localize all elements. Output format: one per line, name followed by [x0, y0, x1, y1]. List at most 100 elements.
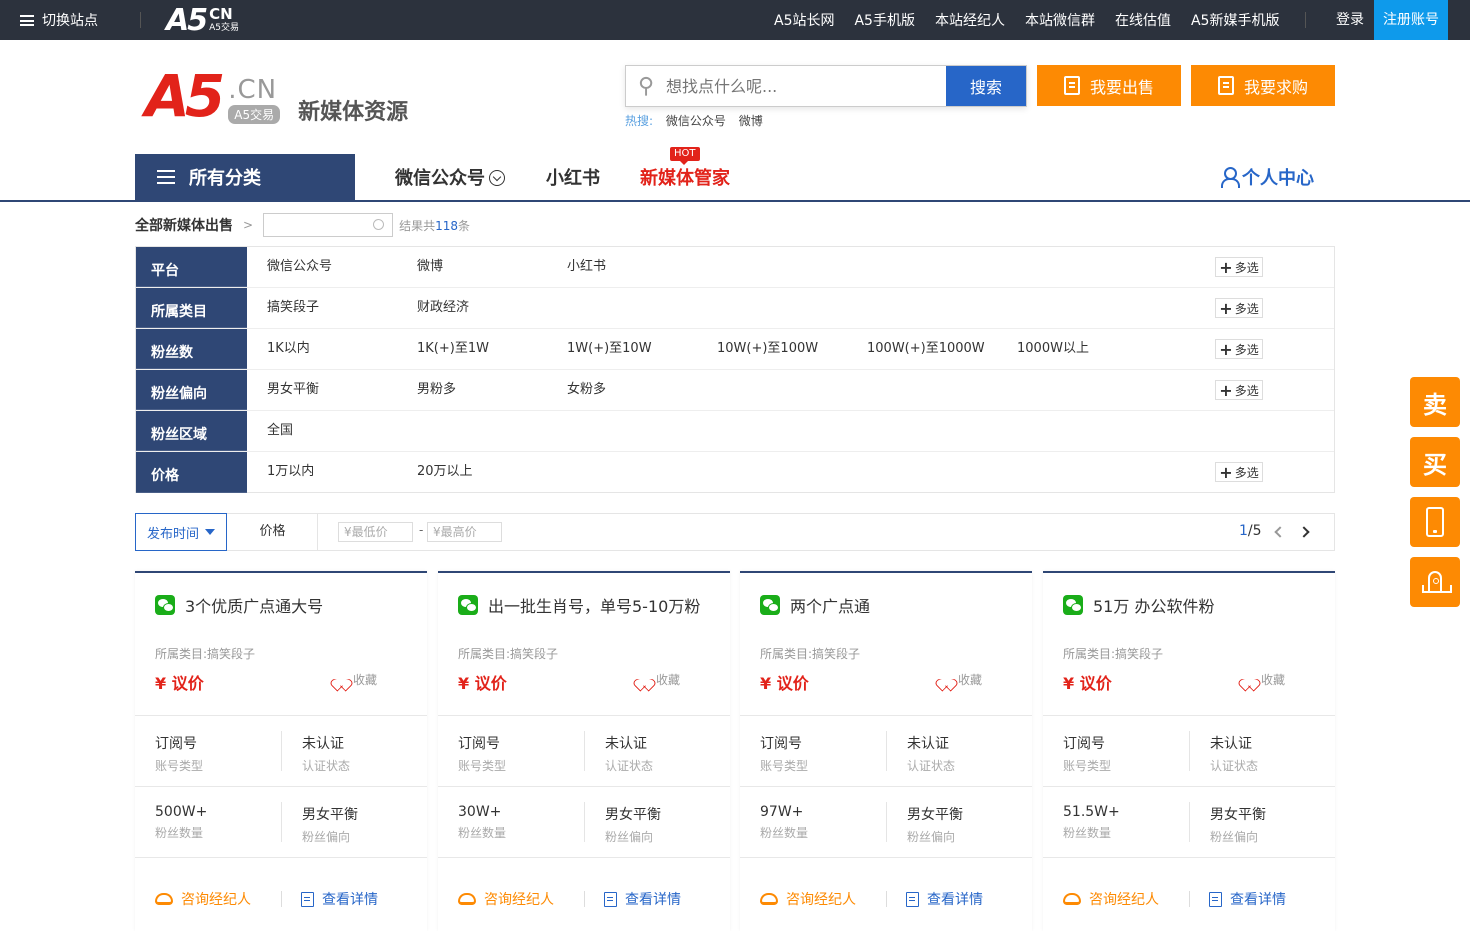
- hot-search-item[interactable]: 微博: [739, 114, 763, 128]
- card-title[interactable]: 51万 办公软件粉: [1063, 593, 1214, 617]
- filter-option[interactable]: 财政经济: [417, 288, 469, 328]
- side-top-button[interactable]: [1410, 557, 1460, 607]
- filter-option[interactable]: 小红书: [567, 247, 606, 287]
- nav-xiaohongshu[interactable]: 小红书: [546, 164, 600, 190]
- filter-option[interactable]: 10W(+)至100W: [717, 329, 818, 369]
- heart-icon: [335, 674, 347, 685]
- breadcrumb-search-input[interactable]: [263, 213, 394, 237]
- register-button[interactable]: 注册账号: [1374, 0, 1448, 40]
- menu-icon: [157, 170, 175, 184]
- listing-card[interactable]: 出一批生肖号，单号5-10万粉 所属类目:搞笑段子 ¥ 议价 收藏 订阅号 账号类型 未认证…: [438, 571, 730, 931]
- chevron-down-icon: [489, 170, 505, 186]
- divider: [281, 731, 282, 771]
- listing-card[interactable]: 3个优质广点通大号 所属类目:搞笑段子 ¥ 议价 收藏 订阅号 账号类型 未认证 认证状态 50…: [135, 571, 427, 931]
- filter-option[interactable]: 全国: [267, 411, 293, 451]
- side-sell-button[interactable]: 卖: [1410, 377, 1460, 427]
- top-nav-mobile[interactable]: A5手机版: [854, 10, 914, 30]
- switch-site-label: 切换站点: [42, 13, 98, 29]
- divider: [584, 802, 585, 842]
- favorite-button[interactable]: 收藏: [638, 671, 680, 688]
- breadcrumb: 全部新媒体出售 > 结果共118条: [135, 212, 470, 238]
- view-detail-button[interactable]: 查看详情: [906, 889, 983, 909]
- search-button[interactable]: 搜索: [946, 66, 1026, 106]
- view-detail-button[interactable]: 查看详情: [604, 889, 681, 909]
- filter-option[interactable]: 男女平衡: [267, 370, 319, 410]
- detail-label: 查看详情: [625, 892, 681, 908]
- multi-select-button[interactable]: + 多选: [1215, 298, 1263, 318]
- consult-label: 咨询经纪人: [1089, 892, 1159, 908]
- listing-card[interactable]: 51万 办公软件粉 所属类目:搞笑段子 ¥ 议价 收藏 订阅号 账号类型 未认证 认证状态 51…: [1043, 571, 1335, 931]
- sell-button[interactable]: 我要出售: [1037, 65, 1181, 106]
- consult-broker-button[interactable]: 咨询经纪人: [458, 889, 554, 909]
- filter-option[interactable]: 1000W以上: [1017, 329, 1089, 369]
- document-icon: [1063, 76, 1080, 95]
- nav-media-manager[interactable]: 新媒体管家: [640, 164, 730, 190]
- consult-broker-button[interactable]: 咨询经纪人: [760, 889, 856, 909]
- fans-count-label: 粉丝数量: [458, 826, 507, 840]
- filter-option[interactable]: 搞笑段子: [267, 288, 319, 328]
- favorite-button[interactable]: 收藏: [335, 671, 377, 688]
- top-nav-a5-site[interactable]: A5站长网: [774, 10, 834, 30]
- hot-search-item[interactable]: 微信公众号: [666, 114, 726, 128]
- filter-option[interactable]: 微博: [417, 247, 443, 287]
- filter-option[interactable]: 男粉多: [417, 370, 456, 410]
- search-input[interactable]: [666, 66, 946, 106]
- filter-label: 价格: [136, 452, 247, 493]
- top-nav: A5站长网 A5手机版 本站经纪人 本站微信群 在线估值 A5新媒手机版: [754, 0, 1279, 40]
- divider: [584, 731, 585, 771]
- filter-label: 粉丝数: [136, 329, 247, 369]
- prev-page-icon[interactable]: [1274, 526, 1286, 538]
- consult-broker-button[interactable]: 咨询经纪人: [155, 889, 251, 909]
- filter-option[interactable]: 1K以内: [267, 329, 310, 369]
- fans-count-label: 粉丝数量: [1063, 826, 1112, 840]
- switch-site-button[interactable]: 切换站点: [20, 0, 98, 40]
- divider: [281, 891, 282, 907]
- buy-request-button[interactable]: 我要求购: [1191, 65, 1335, 106]
- card-title[interactable]: 两个广点通: [760, 593, 870, 617]
- side-mobile-button[interactable]: [1410, 497, 1460, 547]
- filter-option[interactable]: 1K(+)至1W: [417, 329, 489, 369]
- filter-option[interactable]: 20万以上: [417, 452, 473, 492]
- multi-select-label: 多选: [1234, 260, 1259, 275]
- multi-select-button[interactable]: + 多选: [1215, 462, 1263, 482]
- multi-select-button[interactable]: + 多选: [1215, 257, 1263, 277]
- phone-icon: [1426, 507, 1444, 537]
- view-detail-button[interactable]: 查看详情: [1209, 889, 1286, 909]
- nav-wechat[interactable]: 微信公众号: [395, 164, 505, 190]
- sort-publish-time[interactable]: 发布时间: [135, 513, 227, 551]
- card-title[interactable]: 出一批生肖号，单号5-10万粉: [458, 593, 700, 617]
- wechat-icon: [155, 595, 175, 615]
- top-nav-broker[interactable]: 本站经纪人: [935, 10, 1005, 30]
- top-nav-valuation[interactable]: 在线估值: [1115, 10, 1171, 30]
- filter-option[interactable]: 1万以内: [267, 452, 314, 492]
- auth-status: 未认证 认证状态: [605, 733, 653, 774]
- sort-price[interactable]: 价格: [228, 514, 318, 550]
- consult-label: 咨询经纪人: [484, 892, 554, 908]
- top-nav-media-mobile[interactable]: A5新媒手机版: [1191, 10, 1279, 30]
- top-logo[interactable]: A5 CN A5交易: [166, 3, 239, 38]
- favorite-button[interactable]: 收藏: [940, 671, 982, 688]
- filter-label: 粉丝区域: [136, 411, 247, 451]
- favorite-button[interactable]: 收藏: [1243, 671, 1285, 688]
- divider: [740, 715, 1032, 716]
- top-nav-wechat-group[interactable]: 本站微信群: [1025, 10, 1095, 30]
- filter-option[interactable]: 100W(+)至1000W: [867, 329, 985, 369]
- card-title[interactable]: 3个优质广点通大号: [155, 593, 323, 617]
- next-page-icon[interactable]: [1298, 526, 1310, 538]
- consult-broker-button[interactable]: 咨询经纪人: [1063, 889, 1159, 909]
- listing-card[interactable]: 两个广点通 所属类目:搞笑段子 ¥ 议价 收藏 订阅号 账号类型 未认证 认证状态 97W+ 粉丝…: [740, 571, 1032, 931]
- user-center-link[interactable]: 个人中心: [1220, 164, 1314, 190]
- login-link[interactable]: 登录: [1336, 0, 1364, 40]
- filter-option[interactable]: 1W(+)至10W: [567, 329, 652, 369]
- breadcrumb-title[interactable]: 全部新媒体出售: [135, 215, 233, 235]
- side-buy-button[interactable]: 买: [1410, 437, 1460, 487]
- filter-option[interactable]: 微信公众号: [267, 247, 332, 287]
- filter-option[interactable]: 女粉多: [567, 370, 606, 410]
- view-detail-button[interactable]: 查看详情: [301, 889, 378, 909]
- min-price-input[interactable]: ¥最低价: [338, 522, 413, 542]
- all-categories-button[interactable]: 所有分类: [135, 154, 355, 200]
- max-price-input[interactable]: ¥最高价: [427, 522, 502, 542]
- multi-select-button[interactable]: + 多选: [1215, 339, 1263, 359]
- site-logo[interactable]: A5 .CN A5交易 新媒体资源: [145, 67, 408, 125]
- multi-select-button[interactable]: + 多选: [1215, 380, 1263, 400]
